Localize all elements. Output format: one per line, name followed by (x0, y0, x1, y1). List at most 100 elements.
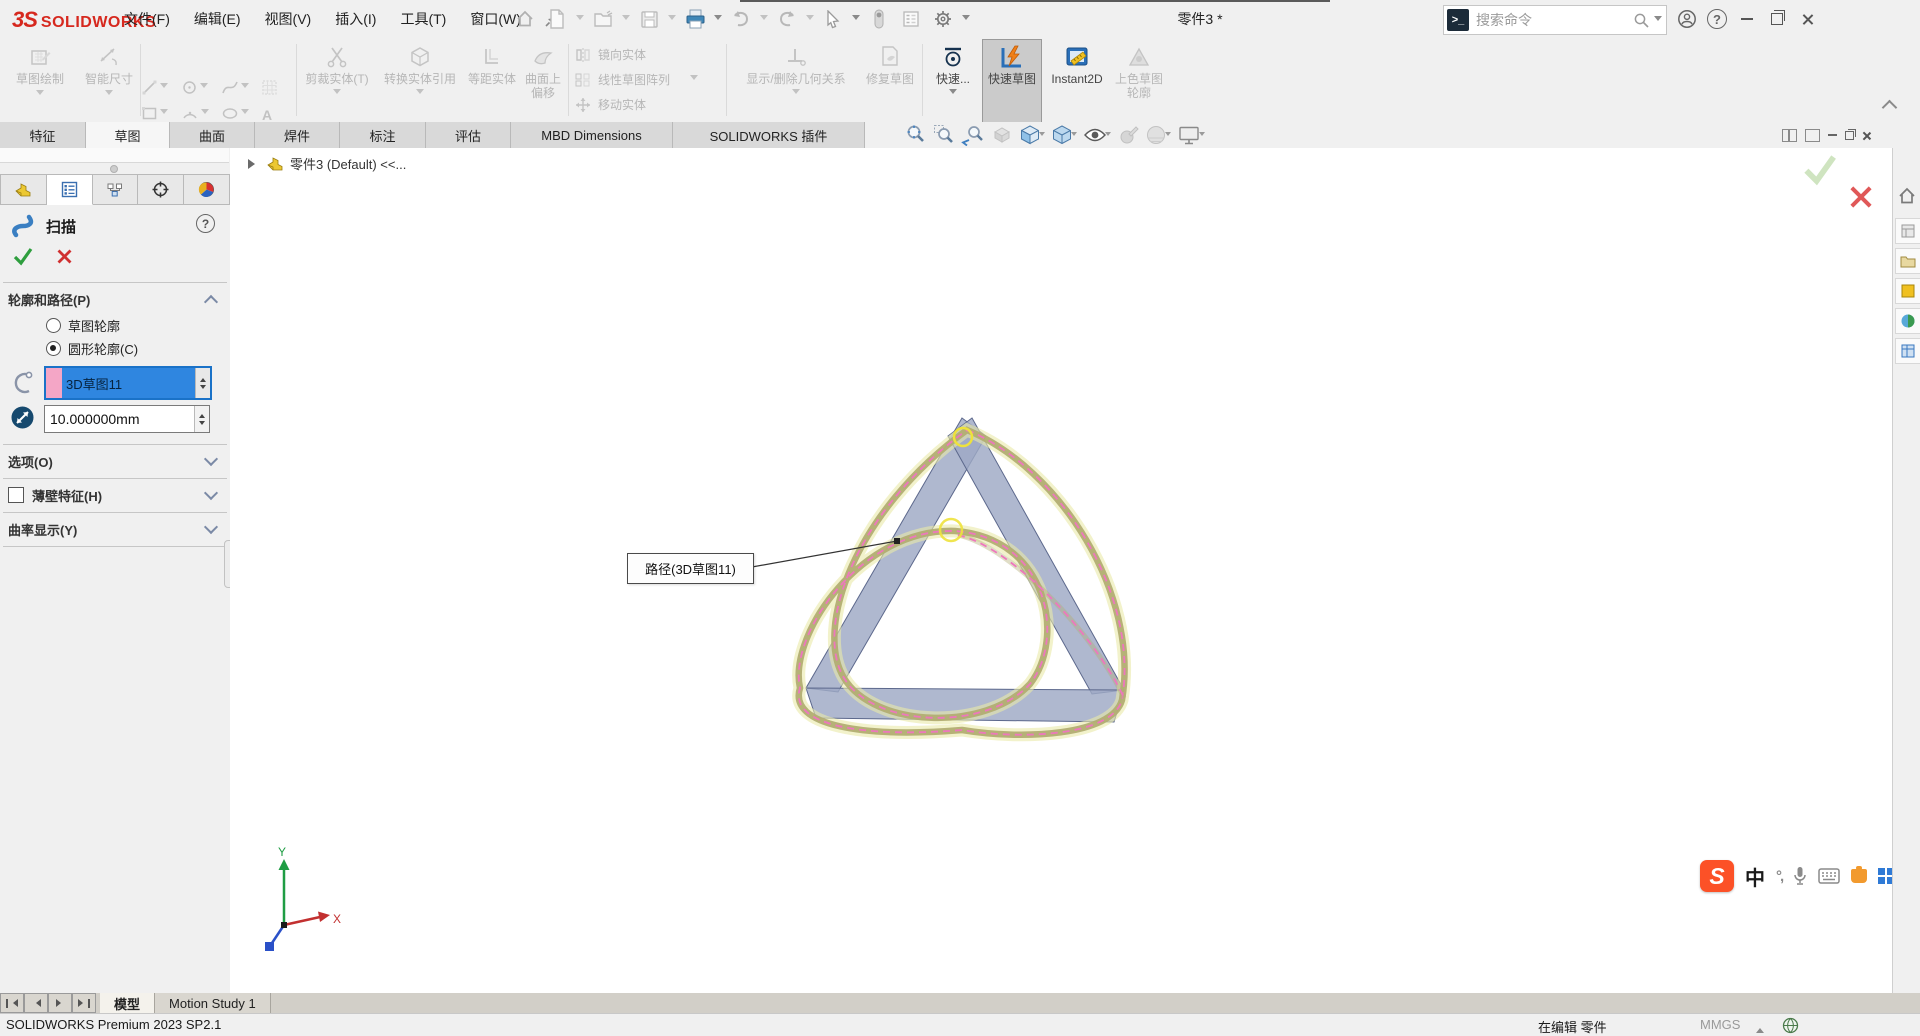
ribbon-trim-entities-button[interactable]: 剪裁实体(T) (300, 40, 374, 120)
doc-minimize-button[interactable] (1828, 134, 1837, 136)
menu-file[interactable]: 文件(F) (112, 0, 182, 38)
ribbon-mirror-entities-button[interactable]: 镜向实体 (574, 42, 724, 67)
next-tab-button[interactable] (48, 993, 72, 1013)
apply-scene-button[interactable] (1145, 124, 1171, 146)
ime-mic-icon[interactable] (1793, 866, 1807, 886)
properties-list-icon[interactable] (898, 6, 924, 32)
ribbon-offset-entities-button[interactable]: 等距实体 (466, 40, 518, 120)
single-pane-icon[interactable] (1805, 129, 1820, 142)
view-palette-icon[interactable] (1895, 278, 1920, 304)
thin-feature-chevron[interactable] (204, 486, 218, 500)
restore-button[interactable] (1762, 0, 1792, 38)
last-tab-button[interactable] (72, 993, 96, 1013)
rectangle-tool-icon[interactable] (142, 107, 168, 120)
save-icon[interactable] (636, 6, 662, 32)
ribbon-instant2d-button[interactable]: Instant2D (1044, 40, 1110, 120)
print-dropdown[interactable] (714, 15, 722, 24)
line-tool-icon[interactable] (142, 80, 168, 95)
doc-restore-button[interactable] (1845, 131, 1854, 140)
undo-icon[interactable] (728, 6, 754, 32)
options-dropdown[interactable] (962, 15, 970, 24)
text-tool-icon[interactable]: A (262, 107, 272, 123)
display-style-button[interactable] (1051, 124, 1077, 146)
view-orientation-button[interactable] (1019, 124, 1045, 146)
save-dropdown[interactable] (668, 15, 676, 24)
collapse-ribbon-button[interactable] (1884, 102, 1895, 113)
new-file-icon[interactable] (544, 6, 570, 32)
quick-snaps-dropdown[interactable] (949, 89, 957, 98)
hide-show-items-button[interactable] (1083, 124, 1111, 146)
redo-icon[interactable] (774, 6, 800, 32)
new-file-dropdown[interactable] (576, 15, 584, 24)
account-icon[interactable] (1672, 0, 1702, 38)
section-profile-path[interactable]: 轮廓和路径(P) (8, 288, 222, 310)
units-label[interactable]: MMGS (1700, 1017, 1740, 1032)
command-search[interactable]: >_ (1443, 5, 1667, 35)
path-field-spinner[interactable] (195, 368, 210, 398)
previous-tab-button[interactable] (24, 993, 48, 1013)
split-pane-icon[interactable] (1782, 129, 1797, 142)
graphics-area[interactable]: 零件3 (Default) <<... (230, 148, 1892, 993)
expand-tree-arrow[interactable] (248, 159, 260, 169)
appearances-scenes-icon[interactable] (1895, 308, 1920, 334)
diameter-spinner[interactable] (194, 406, 209, 432)
tab-solidworks-addins[interactable]: SOLIDWORKS 插件 (673, 122, 865, 148)
menu-view[interactable]: 视图(V) (253, 0, 324, 38)
display-relations-dropdown[interactable] (792, 89, 800, 98)
section-options[interactable]: 选项(O) (8, 450, 222, 472)
select-dropdown[interactable] (852, 15, 860, 24)
doc-close-button[interactable] (1862, 131, 1871, 140)
feature-tree-flyout[interactable]: 零件3 (Default) <<... (248, 154, 406, 173)
section-view-icon[interactable] (991, 124, 1013, 146)
print-icon[interactable] (682, 6, 708, 32)
ime-language-toggle[interactable]: 中 (1745, 862, 1765, 891)
open-file-icon[interactable] (590, 6, 616, 32)
status-globe-icon[interactable] (1782, 1017, 1799, 1034)
cancel-x-icon[interactable] (56, 248, 73, 265)
home-icon[interactable] (512, 6, 538, 32)
tab-feature-tree[interactable] (0, 174, 47, 205)
model-3d-sweep-preview[interactable] (600, 380, 1210, 800)
units-dropdown[interactable] (1756, 1024, 1764, 1033)
ribbon-display-relations-button[interactable]: 显示/删除几何关系 (730, 40, 862, 120)
ribbon-convert-entities-button[interactable]: 转换实体引用 (376, 40, 464, 120)
tab-annotations[interactable]: 标注 (340, 122, 426, 148)
undo-dropdown[interactable] (760, 15, 768, 24)
ime-skin-icon[interactable] (1851, 869, 1867, 883)
ellipse-tool-icon[interactable] (222, 107, 249, 120)
curvature-chevron[interactable] (204, 520, 218, 534)
sketch-pattern-icon[interactable] (262, 80, 277, 95)
search-input[interactable] (1474, 11, 1633, 29)
tab-display-manager[interactable] (184, 174, 230, 205)
arc-tool-icon[interactable] (182, 107, 209, 120)
trim-dropdown[interactable] (333, 89, 341, 98)
ribbon-repair-sketch-button[interactable]: 修复草图 (862, 40, 918, 120)
tab-motion-study[interactable]: Motion Study 1 (155, 993, 271, 1013)
tab-features[interactable]: 特征 (0, 122, 86, 148)
tab-evaluate[interactable]: 评估 (426, 122, 511, 148)
diameter-field[interactable]: 10.000000mm (44, 405, 210, 433)
tab-surfaces[interactable]: 曲面 (170, 122, 255, 148)
previous-view-icon[interactable] (961, 124, 985, 146)
tab-dimxpert[interactable] (138, 174, 184, 205)
ime-keyboard-icon[interactable] (1818, 868, 1840, 884)
thin-feature-checkbox[interactable] (8, 487, 24, 503)
ok-check-icon[interactable] (12, 246, 34, 266)
help-icon[interactable]: ? (1702, 0, 1732, 38)
magnifying-glass-toggle-icon[interactable] (866, 6, 892, 32)
section-thin-feature[interactable]: 薄壁特征(H) (8, 484, 222, 506)
spline-tool-icon[interactable] (222, 80, 249, 95)
circle-tool-icon[interactable] (182, 80, 208, 95)
ime-punctuation-icon[interactable]: °, (1776, 868, 1782, 885)
view-settings-button[interactable] (1177, 124, 1205, 146)
ime-toolbox-icon[interactable] (1878, 868, 1892, 884)
menu-insert[interactable]: 插入(I) (323, 0, 388, 38)
task-pane-home-icon[interactable] (1897, 186, 1917, 206)
path-callout[interactable]: 路径(3D草图11) (627, 553, 754, 584)
panel-splitter-handle[interactable] (110, 165, 118, 173)
tab-sketch[interactable]: 草图 (86, 122, 170, 148)
design-library-icon[interactable] (1895, 218, 1920, 244)
radio-sketch-profile[interactable]: 草图轮廓 (46, 316, 120, 335)
path-selection-field[interactable]: 3D草图11 (44, 366, 212, 400)
custom-properties-icon[interactable] (1895, 338, 1920, 364)
